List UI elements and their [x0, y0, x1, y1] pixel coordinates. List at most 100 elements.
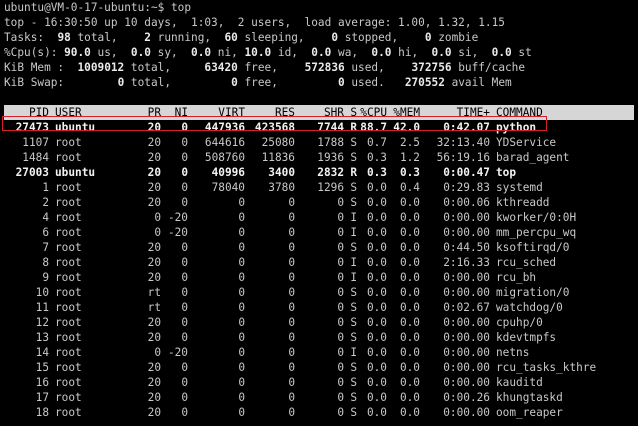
table-row: 6 root 0 -20 0 0 0 I 0.0 0.0 0:00.00 mm_percpu_wq	[4, 225, 634, 240]
cell-ni: 0	[181, 121, 188, 134]
header-ni: NI	[174, 106, 188, 119]
cell-res: 0	[288, 316, 295, 329]
cell-command: rcu_tasks_kthre	[496, 361, 597, 374]
cell-virt: 447936	[204, 121, 245, 134]
swap-line: KiB Swap: 0 total, 0 free, 0 used. 27055…	[4, 76, 512, 89]
terminal-window[interactable]: ubuntu@VM-0-17-ubuntu:~$ top top - 16:30…	[0, 0, 638, 426]
cell-state: S	[350, 331, 357, 344]
cell-command: cpuhp/0	[496, 316, 543, 329]
cell-ni: 0	[181, 241, 188, 254]
table-row: 27003 ubuntu 20 0 40996 3400 2832 R 0.3 0.3 0:00.4…	[4, 165, 634, 180]
cell-shr: 1936	[317, 151, 344, 164]
cell-ni: 0	[181, 331, 188, 344]
cell-pid: 1484	[22, 151, 49, 164]
cell-user: root	[55, 316, 82, 329]
header-cpu: %CPU	[360, 106, 387, 119]
cell-user: ubuntu	[55, 166, 96, 179]
cell-command: mm_percpu_wq	[496, 226, 577, 239]
cell-time: 0:00.26	[443, 391, 490, 404]
header-command: COMMAND	[496, 106, 543, 119]
cell-res: 0	[288, 346, 295, 359]
cell-user: root	[55, 151, 82, 164]
cell-user: root	[55, 196, 82, 209]
header-user: USER	[55, 106, 82, 119]
cell-pr: 0	[154, 346, 161, 359]
cell-state: S	[350, 136, 357, 149]
cell-pr: 20	[147, 166, 161, 179]
cell-shr: 0	[337, 271, 344, 284]
cell-mem: 0.0	[399, 376, 420, 389]
cell-user: root	[55, 226, 82, 239]
cell-shr: 0	[337, 241, 344, 254]
swap-label: KiB Swap:	[4, 76, 65, 89]
cell-cpu: 0.0	[366, 361, 387, 374]
cell-state: S	[350, 406, 357, 419]
cell-user: root	[55, 391, 82, 404]
cell-ni: -20	[167, 211, 188, 224]
cell-ni: 0	[181, 196, 188, 209]
cell-command: khungtaskd	[496, 391, 563, 404]
cell-res: 0	[288, 331, 295, 344]
cell-command: rcu_sched	[496, 256, 557, 269]
cell-pr: 0	[154, 211, 161, 224]
cell-time: 56:19.16	[436, 151, 490, 164]
cell-virt: 78040	[211, 181, 245, 194]
cell-virt: 0	[238, 376, 245, 389]
cell-cpu: 88.7	[360, 121, 387, 134]
header-shr: SHR	[323, 106, 344, 119]
cell-state: S	[350, 391, 357, 404]
cell-command: netns	[496, 346, 530, 359]
cell-command: kauditd	[496, 376, 543, 389]
tasks-sleeping: 60	[224, 31, 238, 44]
cpu-si: 0.0	[431, 46, 452, 59]
cell-ni: 0	[181, 286, 188, 299]
cell-time: 0:00.00	[443, 361, 490, 374]
cell-res: 11836	[261, 151, 295, 164]
cell-mem: 0.0	[399, 346, 420, 359]
cell-virt: 0	[238, 361, 245, 374]
cell-time: 0:00.06	[443, 196, 490, 209]
cell-pr: 20	[147, 136, 161, 149]
cell-user: root	[55, 181, 82, 194]
table-row: 13 root 20 0 0 0 0 S 0.0 0.0 0:00.00 kdevtmpfs	[4, 330, 634, 345]
cell-shr: 0	[337, 256, 344, 269]
cell-res: 0	[288, 226, 295, 239]
cell-shr: 1788	[317, 136, 344, 149]
table-row: 16 root 20 0 0 0 0 S 0.0 0.0 0:00.00 kauditd	[4, 375, 634, 390]
cell-shr: 0	[337, 331, 344, 344]
cell-pr: 0	[154, 226, 161, 239]
shell-prompt: ubuntu@VM-0-17-ubuntu:~$ top	[4, 1, 192, 14]
cell-command: barad_agent	[496, 151, 570, 164]
cell-shr: 0	[337, 406, 344, 419]
cell-ni: -20	[167, 346, 188, 359]
cell-user: root	[55, 376, 82, 389]
cell-mem: 0.0	[399, 301, 420, 314]
tasks-total: 98	[57, 31, 71, 44]
cell-user: root	[55, 301, 82, 314]
cell-mem: 0.0	[399, 226, 420, 239]
mem-used: 572836	[304, 61, 345, 74]
cell-cpu: 0.0	[366, 271, 387, 284]
cell-pid: 16	[35, 376, 49, 389]
cell-state: S	[350, 316, 357, 329]
cell-user: root	[55, 271, 82, 284]
swap-free: 0	[231, 76, 238, 89]
table-row: 15 root 20 0 0 0 0 S 0.0 0.0 0:00.00 rcu_tasks_kthr…	[4, 360, 634, 375]
cell-virt: 0	[238, 271, 245, 284]
cell-shr: 0	[337, 211, 344, 224]
mem-total: 1009012	[77, 61, 125, 74]
table-row: 14 root 0 -20 0 0 0 I 0.0 0.0 0:00.00 netns	[4, 345, 634, 360]
cell-cpu: 0.0	[366, 391, 387, 404]
table-row: 1 root 20 0 78040 3780 1296 S 0.0 0.4 0:29.83 syste…	[4, 180, 634, 195]
cell-mem: 0.4	[399, 181, 420, 194]
cell-virt: 0	[238, 226, 245, 239]
cell-ni: 0	[181, 256, 188, 269]
tasks-running: 2	[144, 31, 151, 44]
table-row: 18 root 20 0 0 0 0 S 0.0 0.0 0:00.00 oom_reaper	[4, 405, 634, 420]
mem-line: KiB Mem : 1009012 total, 63420 free, 572…	[4, 61, 526, 74]
cell-ni: 0	[181, 271, 188, 284]
cell-state: I	[350, 346, 357, 359]
cell-command: watchdog/0	[496, 301, 563, 314]
swap-used: 0	[338, 76, 345, 89]
